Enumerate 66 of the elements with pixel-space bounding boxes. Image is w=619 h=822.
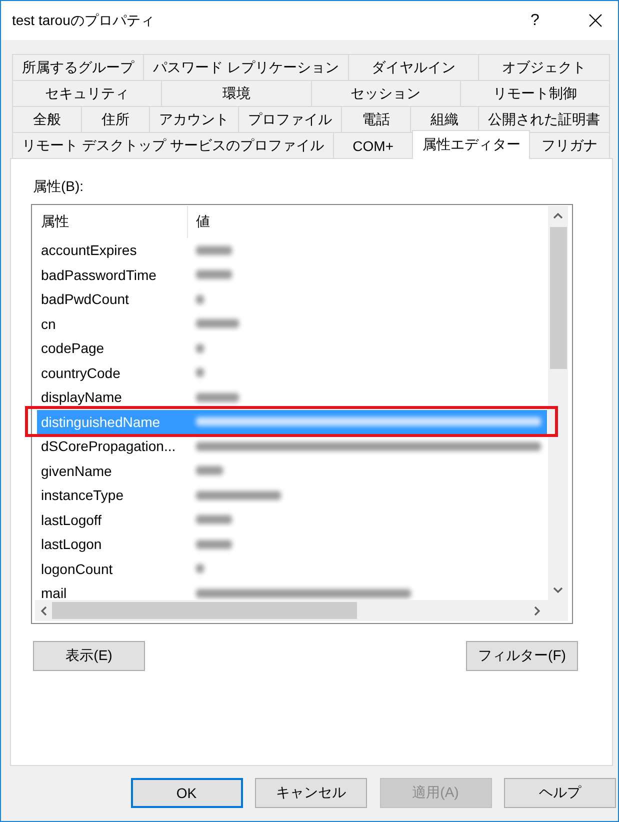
attribute-name: displayName bbox=[40, 389, 123, 406]
attribute-name: badPwdCount bbox=[40, 291, 130, 308]
blurred-value bbox=[196, 270, 232, 280]
attribute-name: mail bbox=[40, 585, 68, 600]
list-row[interactable]: cn bbox=[37, 312, 547, 336]
tab[interactable]: 公開された証明書 bbox=[478, 106, 610, 132]
attribute-name: countryCode bbox=[40, 364, 122, 381]
blurred-value bbox=[196, 564, 204, 574]
tab[interactable]: リモート デスクトップ サービスのプロファイル bbox=[12, 132, 334, 158]
attribute-name: logonCount bbox=[40, 560, 114, 577]
scrollbar-thumb[interactable] bbox=[550, 227, 566, 369]
dialog-button[interactable]: OK bbox=[130, 778, 242, 808]
list-row[interactable]: accountExpires bbox=[37, 238, 547, 262]
list-row[interactable]: badPwdCount bbox=[37, 287, 547, 312]
list-row[interactable]: givenName bbox=[37, 458, 547, 483]
attribute-name: lastLogoff bbox=[40, 512, 102, 528]
tab[interactable]: オブジェクト bbox=[478, 54, 610, 80]
close-icon bbox=[588, 14, 602, 27]
list-row[interactable]: lastLogoff bbox=[37, 508, 547, 532]
attribute-name: accountExpires bbox=[40, 242, 138, 258]
vertical-scrollbar[interactable] bbox=[548, 206, 568, 600]
view-button[interactable]: 表示(E) bbox=[33, 641, 145, 671]
tab[interactable]: 属性エディター bbox=[412, 130, 530, 159]
blurred-value bbox=[196, 540, 232, 549]
attribute-name: dSCorePropagation... bbox=[40, 438, 177, 454]
list-row[interactable]: displayName bbox=[37, 385, 547, 410]
filter-button[interactable]: フィルター(F) bbox=[466, 641, 578, 671]
chevron-left-icon[interactable] bbox=[40, 606, 48, 616]
horizontal-scrollbar[interactable] bbox=[35, 600, 548, 621]
blurred-value bbox=[196, 368, 204, 378]
tab[interactable]: リモート制御 bbox=[460, 80, 610, 106]
blurred-value bbox=[196, 392, 239, 402]
blurred-value bbox=[196, 344, 204, 353]
chevron-right-icon[interactable] bbox=[533, 606, 541, 616]
tab[interactable]: 所属するグループ bbox=[12, 54, 144, 80]
list-row[interactable]: codePage bbox=[37, 336, 547, 360]
tab[interactable]: 全般 bbox=[12, 106, 82, 132]
tab[interactable]: セキュリティ bbox=[12, 80, 162, 106]
list-row[interactable]: mail bbox=[37, 581, 547, 600]
list-row[interactable]: countryCode bbox=[37, 360, 547, 385]
list-row[interactable]: lastLogon bbox=[37, 532, 547, 556]
chevron-up-icon[interactable] bbox=[553, 212, 563, 220]
dialog-button[interactable]: キャンセル bbox=[255, 778, 367, 808]
attribute-name: instanceType bbox=[40, 487, 124, 504]
blurred-value bbox=[196, 246, 232, 255]
attribute-name: givenName bbox=[40, 462, 113, 479]
blurred-value bbox=[196, 515, 232, 524]
chevron-down-icon[interactable] bbox=[553, 586, 563, 594]
help-button[interactable]: ? bbox=[512, 1, 558, 40]
list-row[interactable]: badPasswordTime bbox=[37, 262, 547, 287]
tab[interactable]: フリガナ bbox=[529, 132, 610, 158]
list-row[interactable]: instanceType bbox=[37, 483, 547, 508]
blurred-value bbox=[196, 294, 204, 304]
blurred-value bbox=[196, 466, 223, 476]
attributes-label: 属性(B): bbox=[33, 178, 84, 195]
scrollbar-thumb[interactable] bbox=[52, 602, 357, 619]
attribute-name: cn bbox=[40, 316, 57, 332]
window-title: test tarouのプロパティ bbox=[11, 12, 156, 30]
list-row[interactable]: logonCount bbox=[37, 556, 547, 581]
attribute-name: lastLogon bbox=[40, 536, 103, 552]
blurred-value bbox=[196, 319, 239, 328]
attribute-name: codePage bbox=[40, 340, 106, 356]
dialog-button[interactable]: ヘルプ bbox=[504, 778, 616, 808]
list-row[interactable]: dSCorePropagation... bbox=[37, 434, 547, 458]
attribute-name: distinguishedName bbox=[40, 414, 162, 430]
attribute-name: badPasswordTime bbox=[40, 266, 158, 283]
